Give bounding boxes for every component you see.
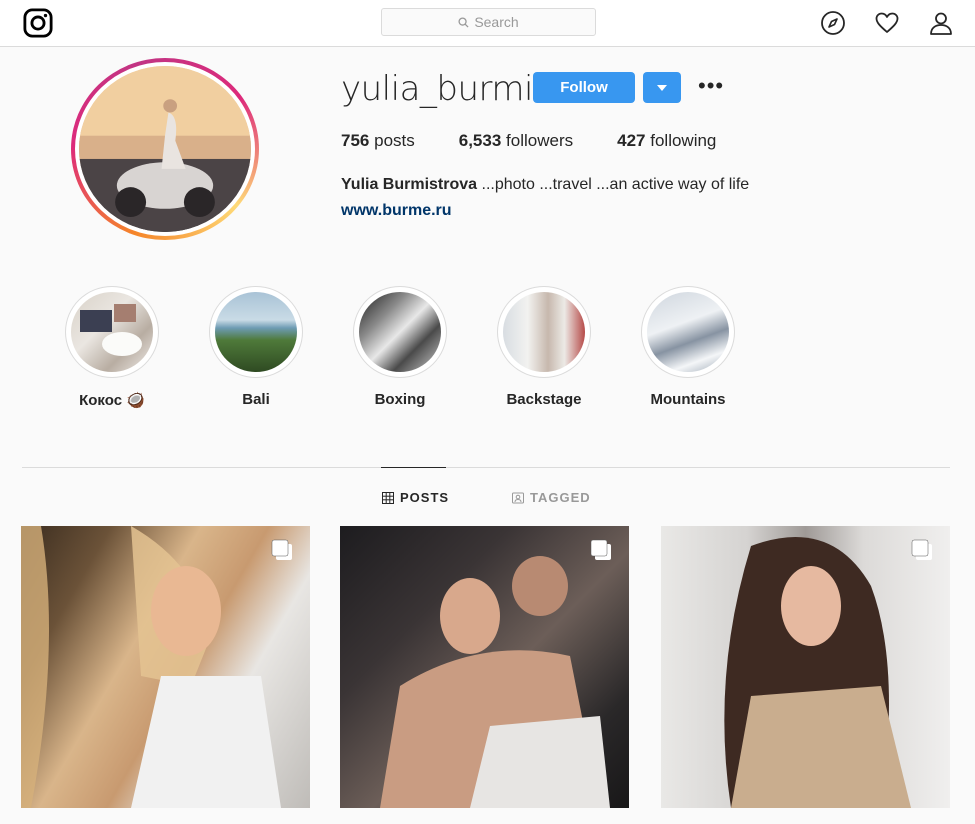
heart-icon[interactable] xyxy=(874,10,900,36)
highlight-item[interactable]: Mountains xyxy=(628,286,748,408)
top-navigation: Search xyxy=(0,0,975,47)
post-thumbnail[interactable] xyxy=(340,526,629,808)
highlight-item[interactable]: Boxing xyxy=(340,286,460,408)
tab-tagged[interactable]: TAGGED xyxy=(512,490,591,505)
following-stat[interactable]: 427 following xyxy=(617,131,716,151)
active-tab-indicator xyxy=(381,467,446,468)
follow-button[interactable]: Follow xyxy=(533,72,635,103)
explore-compass-icon[interactable] xyxy=(820,10,846,36)
profile-stats: 756 posts 6,533 followers 427 following xyxy=(341,131,760,151)
search-icon xyxy=(458,16,469,28)
suggested-dropdown-button[interactable] xyxy=(643,72,681,103)
followers-stat[interactable]: 6,533 followers xyxy=(459,131,573,151)
chevron-down-icon xyxy=(657,84,667,91)
highlight-cover xyxy=(215,292,297,372)
multi-photo-icon xyxy=(911,539,932,560)
highlight-item[interactable]: Кокос 🥥 xyxy=(52,286,172,409)
multi-photo-icon xyxy=(590,539,611,560)
profile-username: yulia_burmi xyxy=(341,69,533,109)
posts-stat: 756 posts xyxy=(341,131,415,150)
profile-bio: Yulia Burmistrova ...photo ...travel ...… xyxy=(341,176,749,194)
profile-full-name: Yulia Burmistrova xyxy=(341,176,478,193)
grid-icon xyxy=(382,491,394,504)
search-placeholder: Search xyxy=(474,14,519,30)
tagged-icon xyxy=(512,492,524,503)
avatar-photo xyxy=(79,66,251,232)
highlight-cover xyxy=(359,292,441,372)
tab-posts[interactable]: POSTS xyxy=(382,490,449,505)
highlight-item[interactable]: Bali xyxy=(196,286,316,408)
search-input[interactable]: Search xyxy=(381,8,596,36)
highlight-cover xyxy=(647,292,729,372)
profile-website-link[interactable]: www.burme.ru xyxy=(341,202,452,220)
profile-avatar[interactable] xyxy=(71,58,259,240)
highlight-cover xyxy=(71,292,153,372)
bio-text: ...photo ...travel ...an active way of l… xyxy=(477,176,750,193)
profile-icon[interactable] xyxy=(928,10,954,36)
highlight-cover xyxy=(503,292,585,372)
more-options-button[interactable]: ••• xyxy=(698,75,724,97)
instagram-logo-icon[interactable] xyxy=(22,8,54,38)
post-thumbnail[interactable] xyxy=(21,526,310,808)
multi-photo-icon xyxy=(271,539,292,560)
post-thumbnail[interactable] xyxy=(661,526,950,808)
highlight-item[interactable]: Backstage xyxy=(484,286,604,408)
tabs-divider xyxy=(22,467,950,468)
